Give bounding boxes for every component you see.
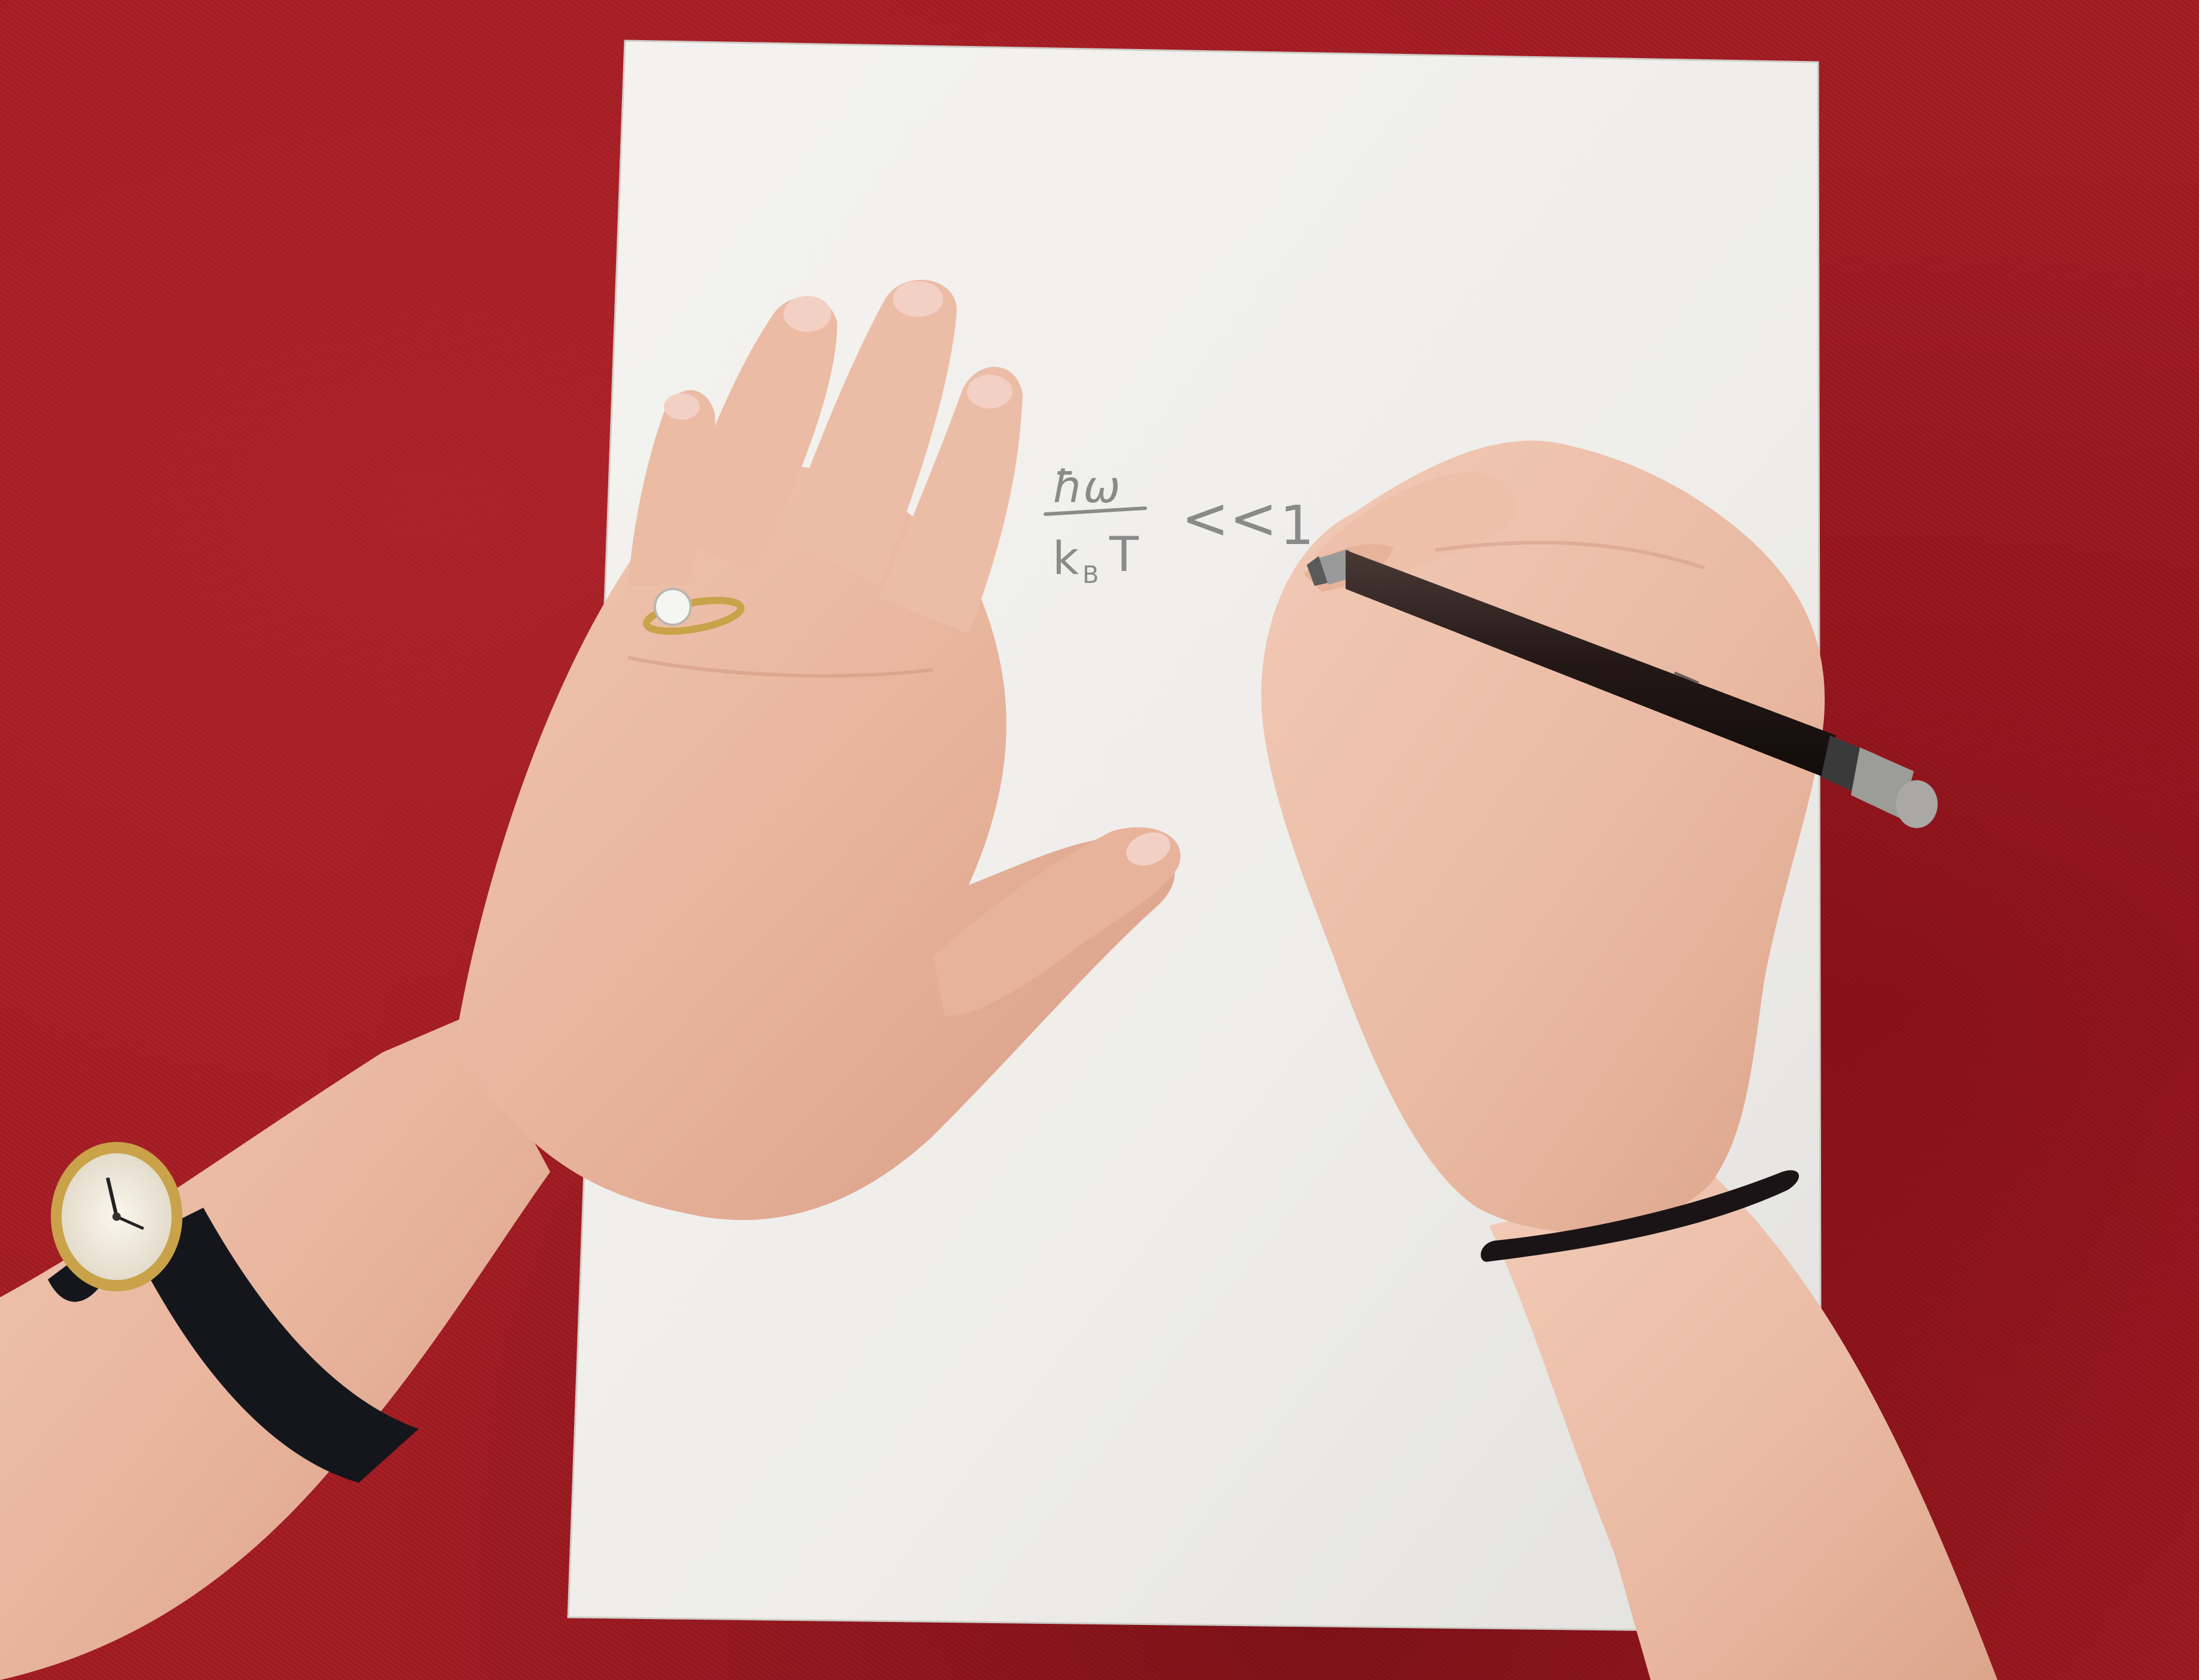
formula-numerator: ħω — [1053, 462, 1120, 513]
formula-denominator-T: T — [1109, 527, 1139, 582]
formula-denominator-k: k — [1053, 532, 1079, 585]
photo-illustration: ħω k B T << 1 — [0, 39, 1997, 1680]
formula-relation: << — [1181, 485, 1277, 552]
formula-denominator-subscript: B — [1082, 561, 1099, 589]
formula-partial-stroke: 1 — [1280, 494, 1314, 557]
photo-scene: ħω k B T << 1 — [0, 0, 2199, 1680]
